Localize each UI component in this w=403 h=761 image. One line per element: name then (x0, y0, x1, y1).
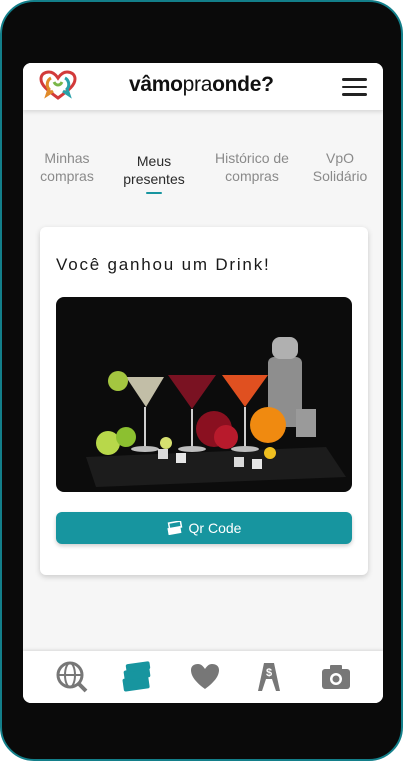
brand-wordmark: vâmopraonde? (129, 73, 274, 97)
brand-part-pra: pra (182, 73, 213, 96)
ticket-icon (166, 521, 182, 535)
tab-meus-presentes[interactable]: Meus presentes (114, 152, 194, 194)
brand-part-vamo: vâmo (129, 73, 183, 96)
tab-label-line1: VpO (325, 150, 354, 166)
app-screen: vâmopraonde? Minhas compras Meus present… (23, 63, 383, 703)
tickets-icon[interactable] (120, 661, 154, 693)
tab-historico-de-compras[interactable]: Histórico de compras (209, 149, 295, 185)
brand-part-onde: onde? (212, 73, 274, 96)
active-tab-indicator (146, 192, 162, 194)
tab-label-line2: presentes (123, 171, 185, 187)
globe-search-icon[interactable] (55, 661, 89, 693)
camera-icon[interactable] (319, 661, 353, 693)
tab-label-line2: Solidário (312, 168, 368, 184)
hamburger-menu-icon[interactable] (342, 78, 367, 96)
tab-label-line1: Minhas (44, 150, 90, 166)
svg-text:$: $ (266, 667, 272, 679)
gift-card: Você ganhou um Drink! Qr Code (40, 227, 368, 575)
app-header: vâmopraonde? (23, 63, 383, 110)
drinks-photo (56, 297, 352, 492)
tab-label-line1: Meus (136, 153, 172, 169)
tab-label-line2: compras (40, 168, 94, 184)
gift-title: Você ganhou um Drink! (56, 255, 271, 274)
phone-frame: vâmopraonde? Minhas compras Meus present… (0, 0, 403, 761)
qr-code-label: Qr Code (188, 520, 242, 536)
dollar-sign-board-icon[interactable]: $ (252, 661, 286, 693)
logo-icon[interactable] (37, 70, 79, 102)
tab-minhas-compras[interactable]: Minhas compras (27, 149, 107, 185)
heart-icon[interactable] (188, 661, 222, 693)
bottom-navigation: $ (23, 651, 383, 703)
tab-label-line2: compras (225, 168, 279, 184)
tab-bar: Minhas compras Meus presentes Histórico … (23, 149, 383, 199)
qr-code-button[interactable]: Qr Code (56, 512, 352, 544)
tab-label-line1: Histórico de (215, 150, 289, 166)
tab-vpo-solidario[interactable]: VpO Solidário (299, 149, 381, 185)
